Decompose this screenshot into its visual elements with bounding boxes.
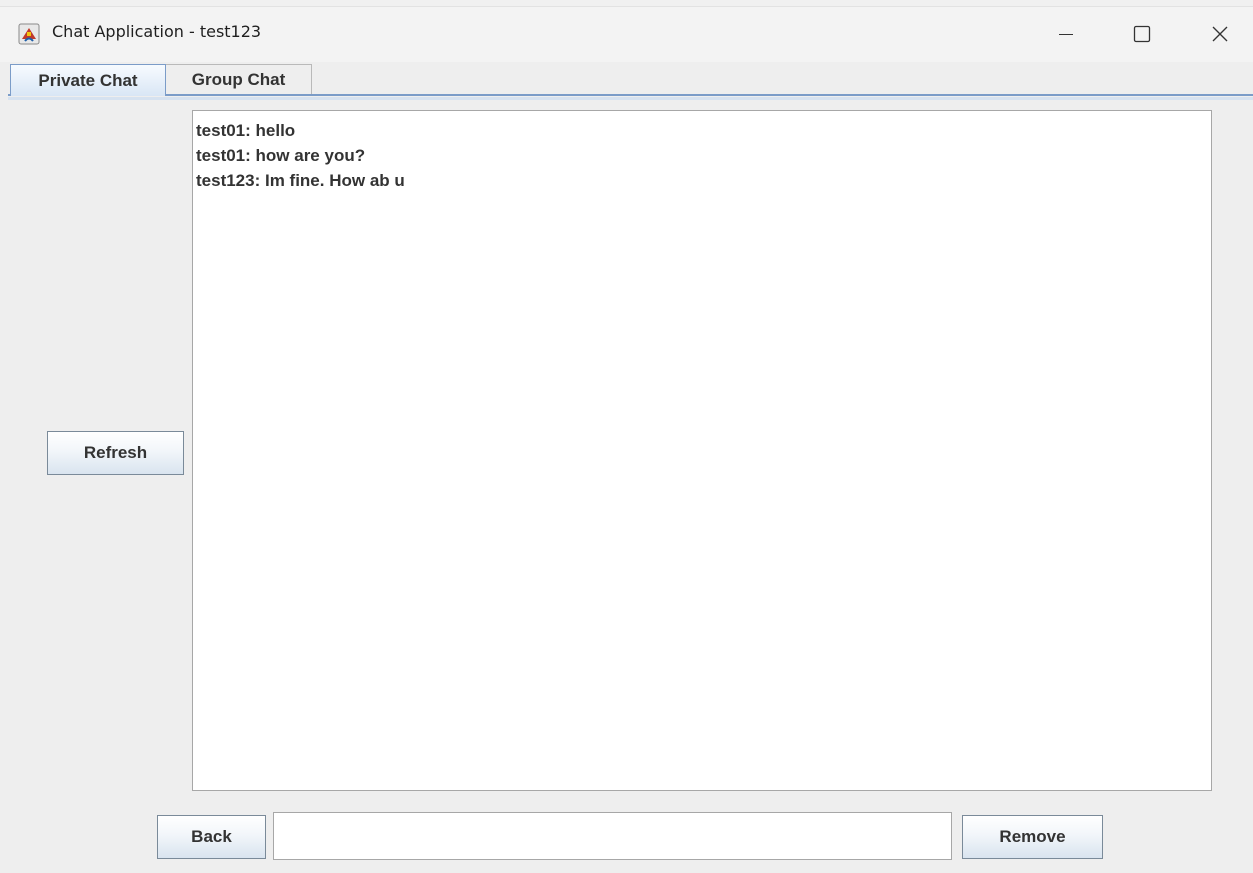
- tab-group-chat[interactable]: Group Chat: [166, 64, 312, 94]
- java-app-icon: [18, 23, 40, 45]
- tab-strip-highlight: [8, 97, 1253, 100]
- close-button[interactable]: [1190, 10, 1250, 58]
- tab-group-chat-label: Group Chat: [191, 69, 286, 89]
- chat-message: test123: Im fine. How ab u: [196, 171, 405, 190]
- minimize-button[interactable]: [1036, 10, 1096, 58]
- chat-transcript[interactable]: test01: hello test01: how are you? test1…: [192, 110, 1212, 791]
- tab-strip-border: [8, 94, 1253, 96]
- maximize-icon: [1133, 25, 1151, 43]
- back-button[interactable]: Back: [157, 815, 266, 859]
- title-bar: Chat Application - test123: [0, 0, 1253, 62]
- tab-private-chat-label: Private Chat: [38, 70, 138, 90]
- close-icon: [1212, 26, 1228, 42]
- window-title: Chat Application - test123: [52, 22, 262, 41]
- title-bar-top-edge: [0, 0, 1253, 7]
- chat-application-window: Chat Application - test123 Private Chat …: [0, 0, 1253, 873]
- chat-message: test01: how are you?: [196, 146, 366, 165]
- message-input[interactable]: [273, 812, 952, 860]
- refresh-button[interactable]: Refresh: [47, 431, 184, 475]
- maximize-button[interactable]: [1112, 10, 1172, 58]
- remove-button[interactable]: Remove: [962, 815, 1103, 859]
- chat-message: test01: hello: [196, 121, 296, 140]
- minimize-icon: [1059, 34, 1073, 35]
- tab-private-chat[interactable]: Private Chat: [10, 64, 166, 96]
